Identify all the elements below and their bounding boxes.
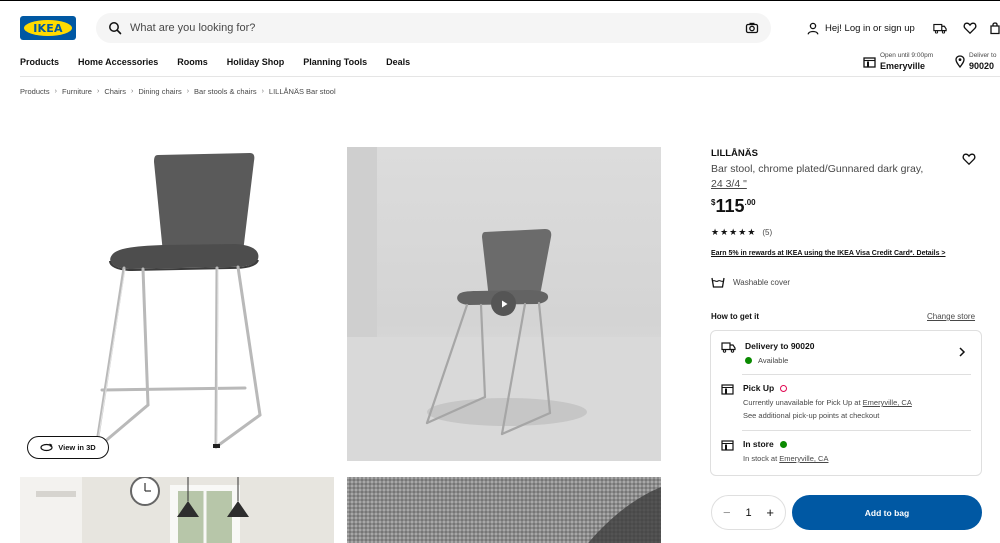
washable-icon <box>711 277 725 288</box>
bar-stool-image <box>94 153 262 451</box>
washable-cover-feature: Washable cover <box>711 276 790 288</box>
quantity-plus-button[interactable]: + <box>766 505 774 520</box>
play-video-button[interactable] <box>491 291 516 316</box>
nav-rooms[interactable]: Rooms <box>177 57 208 67</box>
unavailable-dot-icon <box>780 384 788 392</box>
in-stock-dot-icon <box>779 440 787 448</box>
kitchen-room-image <box>20 477 334 543</box>
view-in-3d-label: View in 3D <box>58 443 96 452</box>
product-description: Bar stool, chrome plated/Gunnared dark g… <box>711 162 941 192</box>
instore-store-link[interactable]: Emeryville, CA <box>779 454 828 463</box>
heart-icon[interactable] <box>963 21 977 35</box>
star-icon: ★ <box>720 227 729 237</box>
product-size-link[interactable]: 24 3/4 " <box>711 177 941 192</box>
in-store-icon <box>721 440 734 451</box>
play-icon <box>501 300 507 307</box>
nav-home-accessories[interactable]: Home Accessories <box>78 57 158 67</box>
logo-text: IKEA <box>33 21 63 35</box>
breadcrumb-dining-chairs[interactable]: Dining chairs <box>138 87 181 96</box>
pickup-store-icon <box>721 384 734 395</box>
search-bar[interactable] <box>96 13 771 43</box>
nav-planning-tools[interactable]: Planning Tools <box>303 57 367 67</box>
nav-divider <box>20 76 1000 77</box>
search-input[interactable] <box>130 13 745 43</box>
store-hours: Open until 9:00pm <box>880 52 934 59</box>
view-in-3d-button[interactable]: View in 3D <box>27 436 109 459</box>
store-name: Emeryville <box>880 61 926 71</box>
shopping-bag-icon[interactable] <box>990 21 1000 35</box>
login-label: Hej! Log in or sign up <box>825 23 915 34</box>
chevron-right-icon[interactable] <box>958 347 966 357</box>
chevron-right-icon: › <box>54 88 57 95</box>
pickup-title: Pick Up <box>743 383 775 393</box>
quantity-minus-button[interactable]: − <box>723 505 731 520</box>
quantity-stepper: − 1 + <box>711 495 786 530</box>
rating-stars[interactable]: ★ ★ ★ ★ ★ (5) <box>711 227 772 238</box>
main-nav: Products Home Accessories Rooms Holiday … <box>20 57 410 67</box>
price-integer: 115 <box>715 196 745 216</box>
breadcrumb-products[interactable]: Products <box>20 87 50 96</box>
login-link[interactable]: Hej! Log in or sign up <box>807 22 915 35</box>
delivery-status: Available <box>758 356 789 365</box>
price-decimal: .00 <box>744 198 756 207</box>
pickup-option: Pick Up Currently unavailable for Pick U… <box>743 383 912 420</box>
breadcrumb-current: LILLÅNÄS Bar stool <box>268 87 336 96</box>
breadcrumb-chairs[interactable]: Chairs <box>104 87 126 96</box>
chevron-right-icon: › <box>96 88 100 95</box>
star-icon: ★ <box>711 227 720 237</box>
how-to-get-it-heading: How to get it <box>711 312 759 321</box>
location-pin-icon <box>955 55 965 68</box>
delivery-option[interactable]: Delivery to 90020 Available <box>745 341 814 365</box>
delivery-title: Delivery to 90020 <box>745 341 815 351</box>
product-image-main[interactable] <box>20 147 334 461</box>
store-selector[interactable]: Open until 9:00pm Emeryville <box>863 52 933 71</box>
instore-title: In store <box>743 439 774 449</box>
available-dot-icon <box>745 357 752 364</box>
delivery-truck-icon <box>721 342 736 353</box>
rotate-3d-icon <box>40 443 53 452</box>
change-store-link[interactable]: Change store <box>927 312 975 321</box>
fabric-closeup-image <box>347 477 661 543</box>
ikea-logo[interactable]: IKEA <box>20 16 76 40</box>
pickup-store-link[interactable]: Emeryville, CA <box>863 398 912 407</box>
breadcrumb-furniture[interactable]: Furniture <box>62 87 92 96</box>
star-icon: ★ <box>738 227 747 237</box>
store-icon <box>863 57 876 68</box>
camera-icon[interactable] <box>745 21 759 35</box>
breadcrumb-bar-stools[interactable]: Bar stools & chairs <box>194 87 257 96</box>
nav-deals[interactable]: Deals <box>386 57 410 67</box>
availability-divider <box>742 374 971 375</box>
chevron-right-icon: › <box>186 88 190 95</box>
star-icon: ★ <box>747 227 756 237</box>
nav-holiday-shop[interactable]: Holiday Shop <box>227 57 285 67</box>
product-image-fabric[interactable] <box>347 477 661 543</box>
quantity-value[interactable]: 1 <box>745 507 751 519</box>
deliver-zip: 90020 <box>969 61 995 71</box>
instore-status-text: In stock at <box>743 454 778 463</box>
favorite-heart-icon[interactable] <box>962 152 976 166</box>
user-icon <box>807 22 819 35</box>
breadcrumb: Products › Furniture › Chairs › Dining chai… <box>20 87 336 96</box>
product-description-text: Bar stool, chrome plated/Gunnared dark g… <box>711 163 924 175</box>
product-name: LILLÅNÄS <box>711 148 758 159</box>
review-count[interactable]: (5) <box>762 228 772 237</box>
deliver-to-selector[interactable]: Deliver to 90020 <box>955 52 1000 71</box>
search-icon <box>109 22 122 35</box>
nav-products[interactable]: Products <box>20 57 59 67</box>
chevron-right-icon: › <box>261 88 264 95</box>
product-price: $ 115 .00 <box>711 196 756 216</box>
availability-divider <box>742 430 971 431</box>
rewards-link[interactable]: Earn 5% in rewards at IKEA using the IKE… <box>711 250 946 257</box>
chevron-right-icon: › <box>131 88 134 95</box>
deliver-label: Deliver to <box>969 52 997 59</box>
in-store-option: In store In stock at Emeryville, CA <box>743 439 828 463</box>
pickup-status-text: Currently unavailable for Pick Up at <box>743 398 861 407</box>
top-border <box>0 0 1000 1</box>
washable-label: Washable cover <box>733 277 791 287</box>
product-image-room[interactable] <box>20 477 334 543</box>
pickup-more-text: See additional pick-up points at checkou… <box>743 411 880 420</box>
truck-icon[interactable] <box>933 21 947 35</box>
star-icon: ★ <box>729 227 738 237</box>
add-to-bag-button[interactable]: Add to bag <box>792 495 982 530</box>
